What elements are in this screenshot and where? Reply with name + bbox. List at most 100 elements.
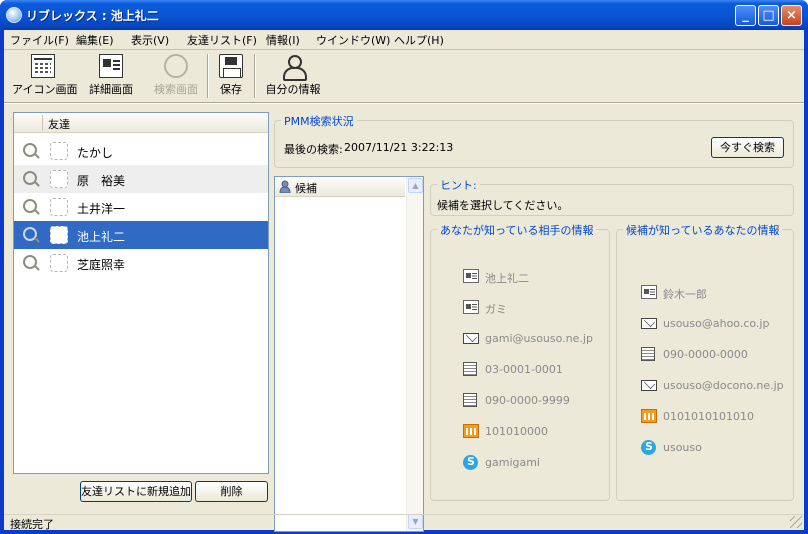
- candidate-list[interactable]: 候補 ▲ ▼: [274, 176, 424, 532]
- friends-column-label: 友達: [48, 118, 70, 131]
- client-area: ファイル(F) 編集(E) 表示(V) 友達リスト(F) 情報(I) ウインドウ…: [4, 30, 804, 532]
- friend-row[interactable]: 土井洋一: [14, 193, 268, 221]
- skype-icon: [641, 440, 656, 455]
- phone-icon: [641, 347, 655, 361]
- friend-row-selected[interactable]: 池上礼二: [14, 221, 268, 249]
- candidate-column-label: 候補: [295, 182, 317, 195]
- app-icon: [6, 7, 22, 23]
- mail-icon: [641, 380, 657, 391]
- info-text: usouso@docono.ne.jp: [663, 379, 784, 392]
- card-icon: [463, 300, 479, 314]
- search-status-icon: [23, 199, 37, 213]
- search-status-icon: [23, 171, 37, 185]
- pmm-search-status-group: PMM検索状況 最後の検索: 2007/11/21 3:22:13 今すぐ検索: [274, 113, 794, 168]
- avatar: [50, 198, 68, 216]
- info-text: 03-0001-0001: [485, 363, 563, 376]
- menu-help[interactable]: ヘルプ(H): [394, 32, 444, 48]
- search-now-button[interactable]: 今すぐ検索: [711, 137, 784, 158]
- save-icon: [219, 54, 243, 78]
- toolbar: アイコン画面 詳細画面 検索画面 保存 自分の情報: [4, 50, 804, 102]
- detail-view-icon: [99, 54, 123, 78]
- title-bar[interactable]: リブレックス : 池上礼二 _ □ ×: [0, 0, 808, 30]
- card-icon: [463, 269, 479, 283]
- card-icon: [641, 285, 657, 299]
- detail-view-button[interactable]: 詳細画面: [84, 54, 138, 97]
- info-text: ガミ: [485, 303, 507, 316]
- person-icon: [281, 54, 307, 81]
- friends-list[interactable]: 友達 たかし 原 裕美 土井洋一 池上礼二 芝庭照幸: [13, 112, 269, 474]
- avatar: [50, 142, 68, 160]
- my-info-label: 自分の情報: [265, 83, 321, 96]
- partner-info-title: あなたが知っている相手の情報: [437, 222, 597, 238]
- menu-bar: ファイル(F) 編集(E) 表示(V) 友達リスト(F) 情報(I) ウインドウ…: [4, 30, 804, 49]
- skype-icon: [463, 455, 478, 470]
- friend-name: 原 裕美: [77, 174, 126, 188]
- app-window: リブレックス : 池上礼二 _ □ × ファイル(F) 編集(E) 表示(V) …: [0, 0, 808, 534]
- avatar: [50, 226, 68, 244]
- save-label: 保存: [220, 83, 242, 96]
- mail-icon: [463, 333, 479, 344]
- info-text: 0101010101010: [663, 410, 754, 423]
- phone-icon: [463, 393, 477, 407]
- info-text: 090-0000-9999: [485, 394, 570, 407]
- info-text: 101010000: [485, 425, 548, 438]
- resize-grip[interactable]: [790, 516, 802, 528]
- menu-view[interactable]: 表示(V): [131, 32, 169, 48]
- person-icon: [279, 180, 291, 194]
- window-title: リブレックス : 池上礼二: [26, 9, 159, 23]
- last-search-label: 最後の検索:: [284, 143, 343, 156]
- minimize-button[interactable]: _: [735, 5, 756, 26]
- toolbar-separator: [207, 54, 209, 98]
- maximize-button[interactable]: □: [758, 5, 779, 26]
- info-text: 池上礼二: [485, 272, 529, 285]
- last-search-time: 2007/11/21 3:22:13: [344, 141, 454, 154]
- friend-name: 芝庭照幸: [77, 258, 126, 272]
- friend-name: たかし: [77, 146, 114, 160]
- menu-edit[interactable]: 編集(E): [76, 32, 114, 48]
- scroll-up-button[interactable]: ▲: [408, 178, 423, 193]
- self-info-group: 候補が知っているあなたの情報 鈴木一郎 usouso@ahoo.co.jp 09…: [616, 222, 794, 501]
- pager-icon: [463, 424, 479, 438]
- menu-window[interactable]: ウインドウ(W): [316, 32, 390, 48]
- search-status-icon: [23, 143, 37, 157]
- info-text: usouso: [663, 441, 702, 454]
- icon-view-label: アイコン画面: [12, 83, 78, 96]
- friend-row[interactable]: 芝庭照幸: [14, 249, 268, 277]
- search-view-label: 検索画面: [154, 83, 198, 96]
- toolbar-divider: [4, 102, 804, 104]
- friend-row[interactable]: 原 裕美: [14, 165, 268, 193]
- my-info-button[interactable]: 自分の情報: [262, 54, 324, 97]
- info-text: gami@usouso.ne.jp: [485, 332, 593, 345]
- friend-row[interactable]: たかし: [14, 137, 268, 165]
- info-text: 090-0000-0000: [663, 348, 748, 361]
- delete-button[interactable]: 削除: [195, 481, 268, 502]
- friends-list-header[interactable]: 友達: [14, 113, 268, 133]
- icon-view-button[interactable]: アイコン画面: [12, 54, 78, 97]
- add-friend-button[interactable]: 友達リストに新規追加: [80, 481, 192, 502]
- search-status-icon: [23, 227, 37, 241]
- friend-name: 土井洋一: [77, 202, 126, 216]
- search-view-button[interactable]: 検索画面: [150, 54, 202, 97]
- pmm-group-title: PMM検索状況: [281, 113, 357, 129]
- search-view-icon: [164, 54, 188, 78]
- self-info-title: 候補が知っているあなたの情報: [623, 222, 783, 238]
- menu-info[interactable]: 情報(I): [266, 32, 300, 48]
- info-text: gamigami: [485, 456, 540, 469]
- hint-title: ヒント:: [437, 177, 480, 193]
- info-text: usouso@ahoo.co.jp: [663, 317, 770, 330]
- candidate-list-header[interactable]: 候補: [275, 177, 405, 197]
- hint-text: 候補を選択してください。: [437, 199, 569, 212]
- column-divider: [42, 115, 43, 131]
- menu-file[interactable]: ファイル(F): [10, 32, 69, 48]
- info-text: 鈴木一郎: [663, 288, 707, 301]
- toolbar-separator: [254, 54, 256, 98]
- status-text: 接続完了: [10, 518, 54, 531]
- avatar: [50, 170, 68, 188]
- avatar: [50, 254, 68, 272]
- status-bar: 接続完了: [4, 514, 804, 531]
- candidate-scrollbar[interactable]: ▲ ▼: [406, 177, 423, 531]
- save-button[interactable]: 保存: [216, 54, 246, 97]
- pager-icon: [641, 409, 657, 423]
- close-button[interactable]: ×: [781, 5, 802, 26]
- menu-friend-list[interactable]: 友達リスト(F): [187, 32, 257, 48]
